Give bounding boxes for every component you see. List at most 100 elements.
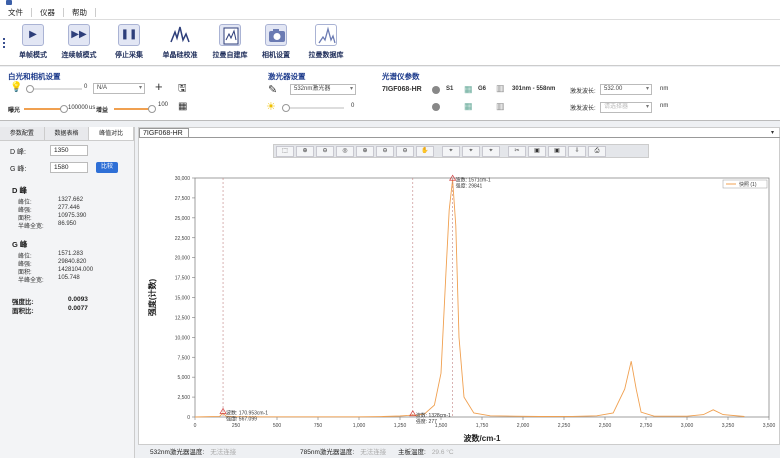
spectrum-range-icon: ▥ (496, 83, 505, 93)
x-tick-label: 0 (194, 423, 197, 429)
marker-label-intensity: 强度: 277 (416, 418, 437, 425)
white-light-slider[interactable] (26, 85, 82, 93)
x-tick-label: 2,500 (599, 423, 612, 429)
y-tick-label: 2,500 (177, 395, 190, 401)
y-tick-label: 12,500 (175, 315, 191, 321)
raman-library-button[interactable]: 拉曼自建库 (207, 24, 253, 64)
laser532-temp-label: 532nm激光器温度: (150, 449, 205, 456)
slit-label: S1 (446, 86, 454, 92)
zoom-out-icon[interactable]: ⊖ (316, 146, 334, 157)
g-peak-input[interactable]: 1580 (50, 162, 88, 173)
y-tick-label: 30,000 (175, 176, 191, 182)
tab-peak-compare[interactable]: 峰值对比 (89, 127, 135, 140)
compare-button[interactable]: 比较 (96, 162, 118, 173)
laser-select[interactable]: 532nm激光器 (290, 84, 356, 95)
pan-icon[interactable]: ✋ (416, 146, 434, 157)
left-panel: 参数配置 数据表格 峰值对比 D 峰: 1350 G 峰: 1580 比较 D … (0, 127, 135, 458)
camera-settings-button[interactable]: 相机设置 (253, 24, 299, 64)
library-icon (219, 24, 241, 46)
y-tick-label: 20,000 (175, 256, 191, 262)
cursor-icon[interactable]: ⌖ (442, 146, 460, 157)
silicon-calibrate-button[interactable]: 单晶硅校准 (157, 24, 203, 64)
board-temp: 主板温度: 29.6 °C (398, 446, 454, 456)
grating-icon-2: ▦ (464, 101, 473, 111)
x-tick-label: 2,750 (640, 423, 653, 429)
excitation-select-1[interactable]: 532.00 (600, 84, 652, 95)
cut-icon[interactable]: ✂ (508, 146, 526, 157)
exposure-knob[interactable] (60, 105, 68, 113)
sun-icon: ☀ (266, 101, 276, 113)
spectrum-chart[interactable]: 0 250 500 750 1,000 1,250 1,500 1,750 2,000 2,250… (139, 160, 780, 445)
gain-value: 100 (158, 102, 169, 108)
tab-menu-icon[interactable]: ▾ (771, 129, 774, 136)
laser-power-slider[interactable] (282, 104, 344, 112)
status-dot-1 (432, 86, 440, 94)
grating-icon: ▦ (464, 84, 473, 94)
laser532-temp-value: 无法连接 (210, 449, 237, 456)
excitation-label-1: 激发波长: (570, 89, 596, 95)
stop-acquire-button[interactable]: ❚❚ 停止采集 (106, 24, 152, 64)
database-icon (315, 24, 337, 46)
x-tick-label: 500 (273, 423, 282, 429)
snapshot-icon[interactable]: ▣ (528, 146, 546, 157)
raman-database-button[interactable]: 拉曼数据库 (303, 24, 349, 64)
d-peak-fwhm-value: 86.950 (58, 221, 77, 227)
link-icon[interactable]: ⌖ (482, 146, 500, 157)
grid-icon[interactable]: ▦ (178, 101, 187, 112)
tab-data-table[interactable]: 数据表格 (45, 127, 90, 140)
menu-help[interactable]: 帮助 (64, 8, 96, 17)
gain-knob[interactable] (148, 105, 156, 113)
copy-icon[interactable]: ▣ (548, 146, 566, 157)
g-peak-int-value: 29840.820 (58, 259, 87, 265)
calibrate-icon (169, 24, 191, 46)
continuous-frame-label: 连续帧模式 (61, 52, 97, 59)
excitation-select-2[interactable]: 请选择器 (600, 102, 652, 113)
exposure-value: 100000 (68, 105, 89, 111)
spectrometer-title: 光谱仪参数 (382, 72, 420, 81)
print-icon[interactable]: ⎙ (588, 146, 606, 157)
zoom-y-icon[interactable]: ⊖ (376, 146, 394, 157)
white-light-select[interactable]: N/A (93, 83, 145, 94)
pause-icon: ❚❚ (118, 24, 140, 46)
x-tick-label: 1,250 (394, 423, 407, 429)
zoom-fit-icon[interactable]: ◎ (336, 146, 354, 157)
menu-file[interactable]: 文件 (0, 8, 32, 17)
menu-bar: 文件 仪器 帮助 (0, 6, 780, 20)
zoom-reset-icon[interactable]: ⊖ (396, 146, 414, 157)
left-tabs: 参数配置 数据表格 峰值对比 (0, 127, 135, 141)
d-peak-int-value: 277.446 (58, 205, 80, 211)
zoom-in-icon[interactable]: ⊕ (296, 146, 314, 157)
laser-power-knob[interactable] (282, 104, 290, 112)
gain-slider[interactable] (114, 105, 156, 113)
zoom-x-icon[interactable]: ⊕ (356, 146, 374, 157)
single-frame-button[interactable]: ▶ 单帧模式 (10, 24, 56, 64)
save-icon[interactable]: 🖫 (178, 81, 187, 98)
add-icon[interactable]: + (155, 79, 163, 94)
tab-divider (139, 137, 780, 138)
menu-instrument[interactable]: 仪器 (32, 8, 64, 17)
y-tick-label: 15,000 (175, 296, 191, 302)
area-ratio-value: 0.0077 (68, 305, 88, 312)
tab-params[interactable]: 参数配置 (0, 127, 45, 140)
camera-settings-label: 相机设置 (262, 52, 290, 59)
x-tick-label: 2,250 (558, 423, 571, 429)
x-axis-label: 波数/cm-1 (464, 433, 501, 443)
y-axis-label: 强度(计数) (147, 279, 157, 317)
peak-marker-icon[interactable]: ⌖ (462, 146, 480, 157)
wavelength-range: 301nm - 558nm (512, 86, 556, 92)
y-tick-label: 7,500 (177, 355, 190, 361)
select-tool-icon[interactable]: ⬚ (276, 146, 294, 157)
continuous-frame-button[interactable]: ▶▶ 连续帧模式 (56, 24, 102, 64)
d-peak-label: D 峰: (10, 149, 26, 156)
white-light-title: 白光和相机设置 (8, 72, 61, 81)
intensity-ratio-value: 0.0093 (68, 296, 88, 303)
toolbar-grip[interactable] (3, 38, 5, 48)
g-peak-area-value: 1428104.000 (58, 267, 94, 273)
laser-power-value: 0 (351, 103, 355, 109)
exposure-slider[interactable] (24, 105, 68, 113)
export-icon[interactable]: ⇩ (568, 146, 586, 157)
white-light-knob[interactable] (26, 85, 34, 93)
laser532-temp: 532nm激光器温度: 无法连接 (150, 446, 236, 456)
d-peak-input[interactable]: 1350 (50, 145, 88, 156)
g-peak-title: G 峰 (12, 240, 28, 249)
